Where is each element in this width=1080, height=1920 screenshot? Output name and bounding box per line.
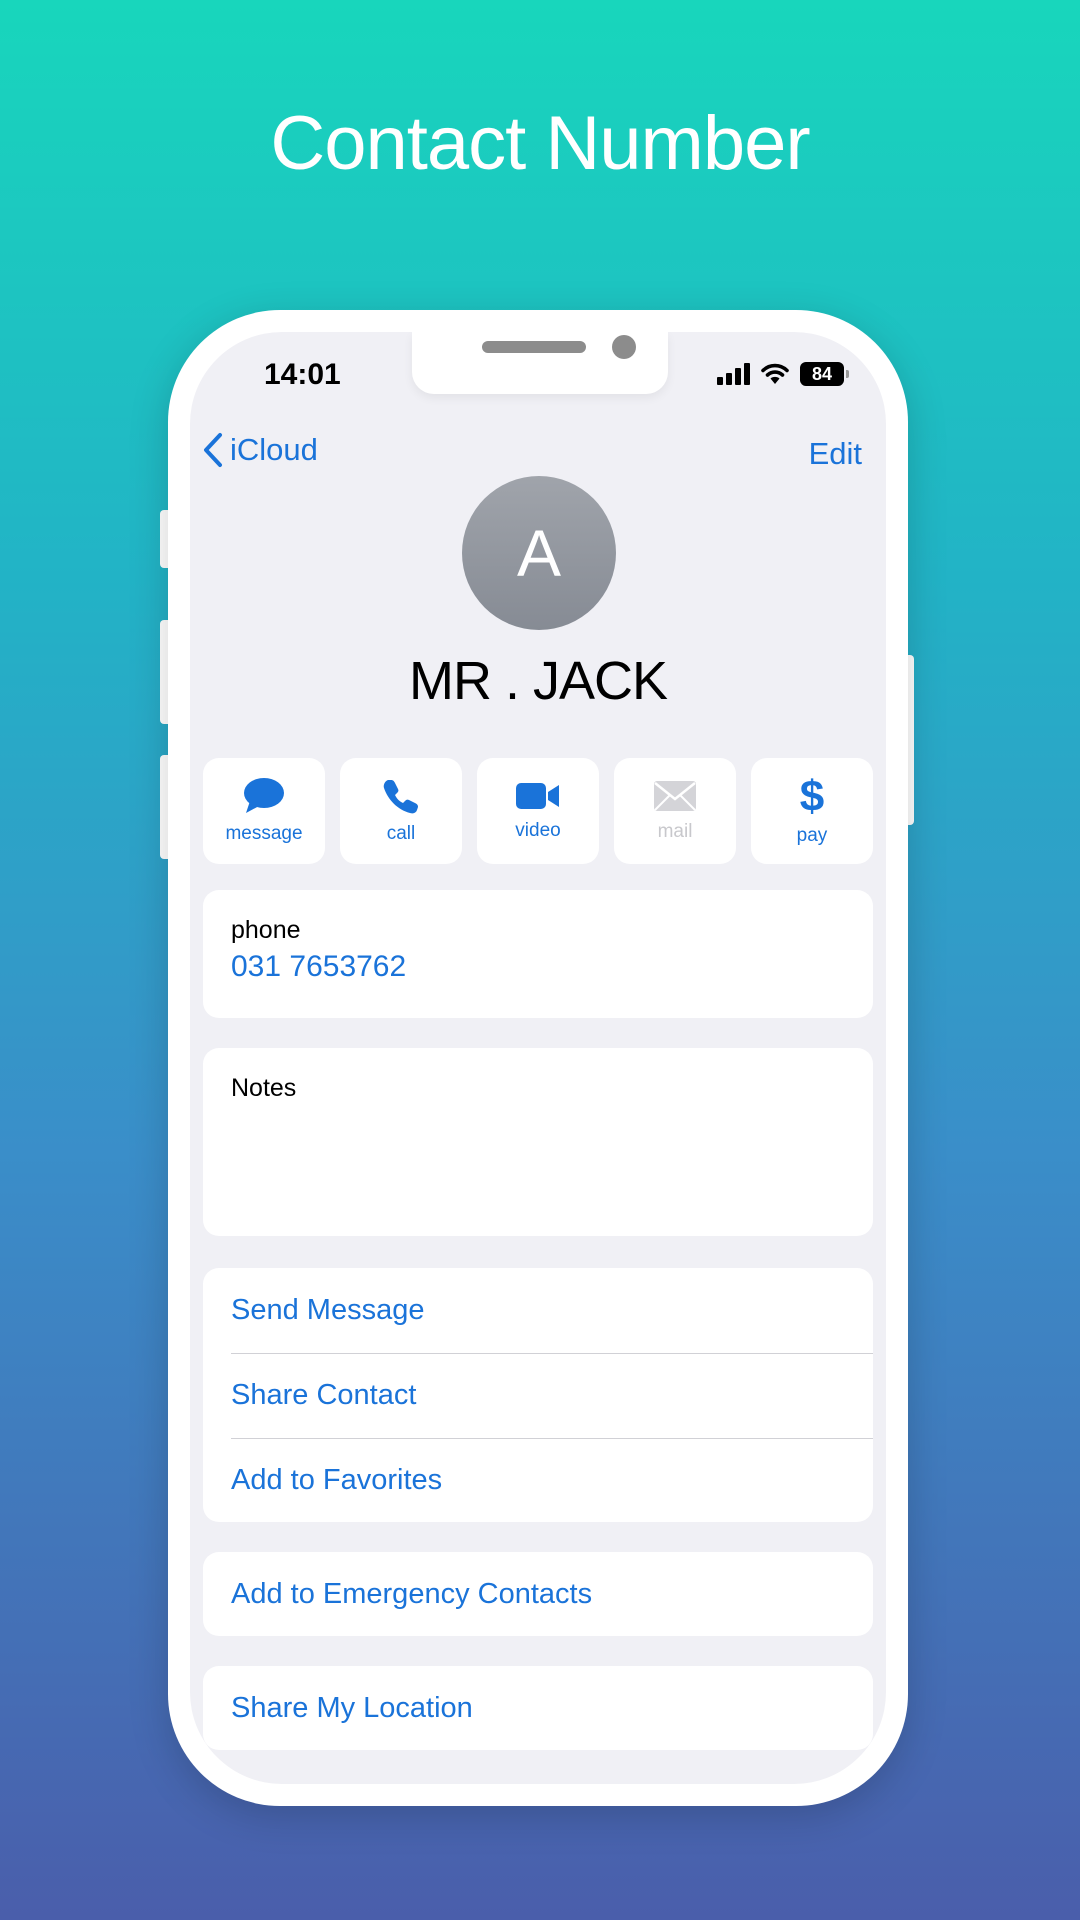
notes-label: Notes (231, 1074, 297, 1102)
call-button[interactable]: call (340, 758, 462, 864)
video-icon (516, 783, 559, 809)
contact-actions-list: Send Message Share Contact Add to Favori… (203, 1268, 873, 1522)
camera-icon (612, 335, 636, 359)
video-button[interactable]: video (477, 758, 599, 864)
phone-number[interactable]: 031 7653762 (231, 950, 406, 984)
status-icons: 84 (717, 362, 849, 386)
phone-card: phone 031 7653762 (203, 890, 873, 1018)
phone-label: phone (231, 916, 301, 944)
video-label: video (515, 820, 561, 841)
mail-icon (654, 781, 696, 811)
speaker-icon (482, 341, 586, 353)
mail-label: mail (657, 821, 693, 842)
phone-screen: 14:01 84 iCloud Edit A MR . JACK message… (190, 332, 886, 1784)
send-message-button[interactable]: Send Message (203, 1268, 873, 1353)
message-icon (244, 778, 284, 813)
notch (412, 332, 668, 394)
add-emergency-contact-button[interactable]: Add to Emergency Contacts (231, 1552, 592, 1636)
share-location-button[interactable]: Share My Location (231, 1666, 473, 1750)
pay-label: pay (796, 825, 828, 846)
avatar: A (462, 476, 616, 630)
svg-text:$: $ (800, 775, 824, 817)
message-button[interactable]: message (203, 758, 325, 864)
share-contact-button[interactable]: Share Contact (203, 1353, 873, 1438)
call-label: call (386, 823, 416, 844)
back-label: iCloud (230, 432, 318, 467)
add-to-favorites-button[interactable]: Add to Favorites (203, 1438, 873, 1522)
battery-icon: 84 (800, 362, 849, 386)
quick-actions: message call video mail $ pay (203, 758, 873, 864)
back-button[interactable]: iCloud (202, 432, 318, 468)
location-card: Share My Location (203, 1666, 873, 1750)
notes-card[interactable]: Notes (203, 1048, 873, 1236)
emergency-card: Add to Emergency Contacts (203, 1552, 873, 1636)
contact-name: MR . JACK (408, 651, 668, 711)
chevron-left-icon (204, 433, 222, 467)
signal-icon (717, 363, 750, 385)
pay-button[interactable]: $ pay (751, 758, 873, 864)
wifi-icon (761, 363, 789, 384)
message-label: message (225, 823, 303, 844)
page-headline: Contact Number (270, 101, 810, 186)
dollar-icon: $ (800, 775, 824, 817)
phone-frame: 14:01 84 iCloud Edit A MR . JACK message… (168, 310, 908, 1806)
status-time: 14:01 (264, 358, 341, 391)
mail-button[interactable]: mail (614, 758, 736, 864)
phone-icon (383, 780, 418, 814)
edit-button[interactable]: Edit (809, 436, 862, 472)
